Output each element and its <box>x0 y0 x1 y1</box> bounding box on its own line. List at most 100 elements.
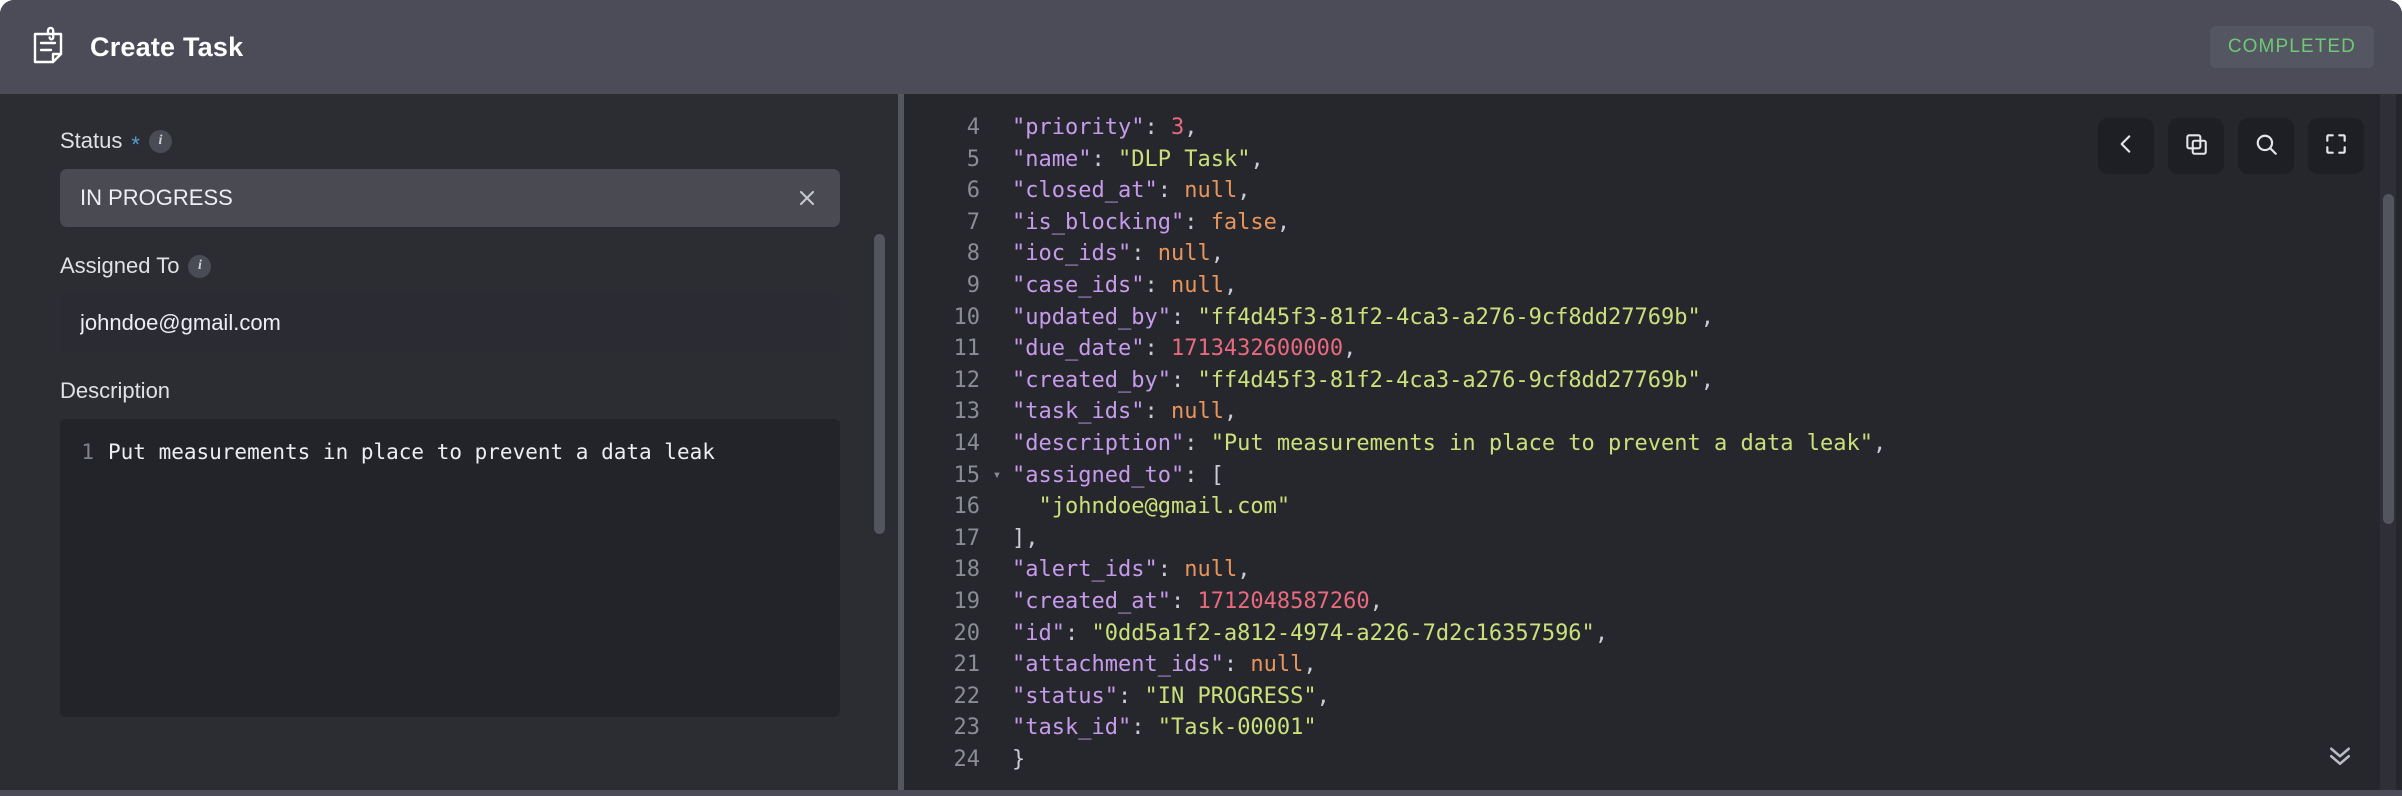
fold-toggle-icon[interactable]: ▾ <box>986 460 1008 492</box>
create-task-window: Create Task COMPLETED Status * i IN PROG… <box>0 0 2402 796</box>
code-line: 23 "task_id": "Task-00001" <box>904 712 2402 744</box>
status-field: Status * i IN PROGRESS <box>60 128 840 227</box>
code-scrollbar-thumb[interactable] <box>2383 194 2394 524</box>
code-token: : <box>1064 620 1092 646</box>
code-line-text: "case_ids": null, <box>1008 270 1237 302</box>
code-line-text: } <box>1008 744 1025 776</box>
code-token: "closed_at" <box>1012 178 1158 204</box>
code-token: "name" <box>1012 146 1092 172</box>
code-token: , <box>1594 620 1609 646</box>
code-line-number: 21 <box>953 652 981 678</box>
code-line-number: 8 <box>966 241 980 267</box>
code-line-number: 14 <box>953 430 981 456</box>
code-token: : <box>1144 272 1171 298</box>
code-token: "ff4d45f3-81f2-4ca3-a276-9cf8dd27769b" <box>1197 367 1701 393</box>
form-scrollbar-thumb[interactable] <box>874 234 885 534</box>
info-icon[interactable]: i <box>148 129 172 153</box>
code-token: "IN PROGRESS" <box>1144 683 1317 709</box>
code-line-text: "closed_at": null, <box>1008 175 1250 207</box>
assigned-to-field: Assigned To i johndoe@gmail.com <box>60 253 840 352</box>
status-select[interactable]: IN PROGRESS <box>60 169 840 227</box>
json-code-view[interactable]: 4 "priority": 3, 5 "name": "DLP Task", 6 "clo… <box>904 94 2402 796</box>
code-line-text: "alert_ids": null, <box>1008 554 1250 586</box>
code-line-number: 19 <box>953 588 981 614</box>
code-token: : <box>1170 367 1198 393</box>
page-title: Create Task <box>90 31 244 62</box>
code-line: 7 "is_blocking": false, <box>904 207 2402 239</box>
fullscreen-button[interactable] <box>2308 118 2364 174</box>
code-token: ], <box>1012 525 1039 551</box>
code-token: 1713432600000 <box>1170 336 1344 362</box>
code-token: : <box>1223 652 1251 678</box>
code-line-number: 12 <box>953 367 981 393</box>
code-line: 20 "id": "0dd5a1f2-a812-4974-a226-7d2c163… <box>904 618 2402 650</box>
code-line-number: 15 <box>953 462 981 488</box>
code-line-text: "priority": 3, <box>1008 112 1197 144</box>
code-token: "created_at" <box>1012 588 1171 614</box>
code-token: "DLP Task" <box>1117 146 1251 172</box>
bottom-strip <box>0 790 2402 796</box>
code-token: "case_ids" <box>1012 272 1145 298</box>
assigned-to-input[interactable]: johndoe@gmail.com <box>60 294 840 352</box>
code-line-number: 17 <box>953 525 981 551</box>
code-token: , <box>1343 336 1357 362</box>
code-line-number: 23 <box>953 715 981 741</box>
code-line: 13 "task_ids": null, <box>904 396 2402 428</box>
code-token: : <box>1170 588 1198 614</box>
code-line: 15 ▾ "assigned_to": [ <box>904 460 2402 492</box>
clear-icon[interactable] <box>790 181 824 215</box>
copy-button[interactable] <box>2168 118 2224 174</box>
code-line: 17], <box>904 523 2402 555</box>
code-token: "priority" <box>1012 115 1145 140</box>
code-line: 14 "description": "Put measurements in pl… <box>904 428 2402 460</box>
scroll-to-bottom-button[interactable] <box>2320 740 2360 774</box>
info-icon[interactable]: i <box>188 254 212 278</box>
code-token: , <box>1250 146 1264 172</box>
code-line: 22 "status": "IN PROGRESS", <box>904 681 2402 713</box>
search-button[interactable] <box>2238 118 2294 174</box>
required-asterisk-icon: * <box>131 132 140 157</box>
code-line-number: 16 <box>953 494 981 520</box>
code-token: : <box>1184 209 1211 235</box>
code-token: null <box>1170 399 1224 425</box>
code-line-text: "status": "IN PROGRESS", <box>1008 681 1330 713</box>
code-token: , <box>1316 683 1330 709</box>
code-line-text: "created_at": 1712048587260, <box>1008 586 1383 618</box>
code-token: null <box>1170 272 1224 298</box>
code-token: , <box>1210 241 1224 267</box>
code-line: 6 "closed_at": null, <box>904 175 2402 207</box>
code-line-number: 7 <box>966 209 980 235</box>
code-scrollbar[interactable] <box>2380 94 2396 796</box>
code-line-text: "assigned_to": [ <box>1008 460 1224 492</box>
code-line-text: "created_by": "ff4d45f3-81f2-4ca3-a276-9… <box>1008 365 1714 397</box>
code-line: 21 "attachment_ids": null, <box>904 649 2402 681</box>
code-line-text: "is_blocking": false, <box>1008 207 1290 239</box>
code-token: , <box>1237 178 1251 204</box>
description-editor[interactable]: 1 Put measurements in place to prevent a… <box>60 419 840 717</box>
code-token: "description" <box>1012 430 1185 456</box>
code-toolbar <box>2098 118 2364 174</box>
code-line-text: "due_date": 1713432600000, <box>1008 333 1356 365</box>
back-button[interactable] <box>2098 118 2154 174</box>
description-label: Description <box>60 378 171 403</box>
code-token: , <box>1369 588 1383 614</box>
form-scrollbar[interactable] <box>872 94 886 796</box>
code-line-number: 4 <box>966 115 980 140</box>
code-line-number: 22 <box>953 683 981 709</box>
code-token: : <box>1144 115 1171 140</box>
code-token: , <box>1223 272 1238 298</box>
assigned-to-label-row: Assigned To i <box>60 253 840 279</box>
code-line-number: 24 <box>953 746 981 772</box>
code-line-number: 18 <box>953 557 981 583</box>
code-token: : [ <box>1184 462 1224 488</box>
code-line: 12 "created_by": "ff4d45f3-81f2-4ca3-a276… <box>904 365 2402 397</box>
